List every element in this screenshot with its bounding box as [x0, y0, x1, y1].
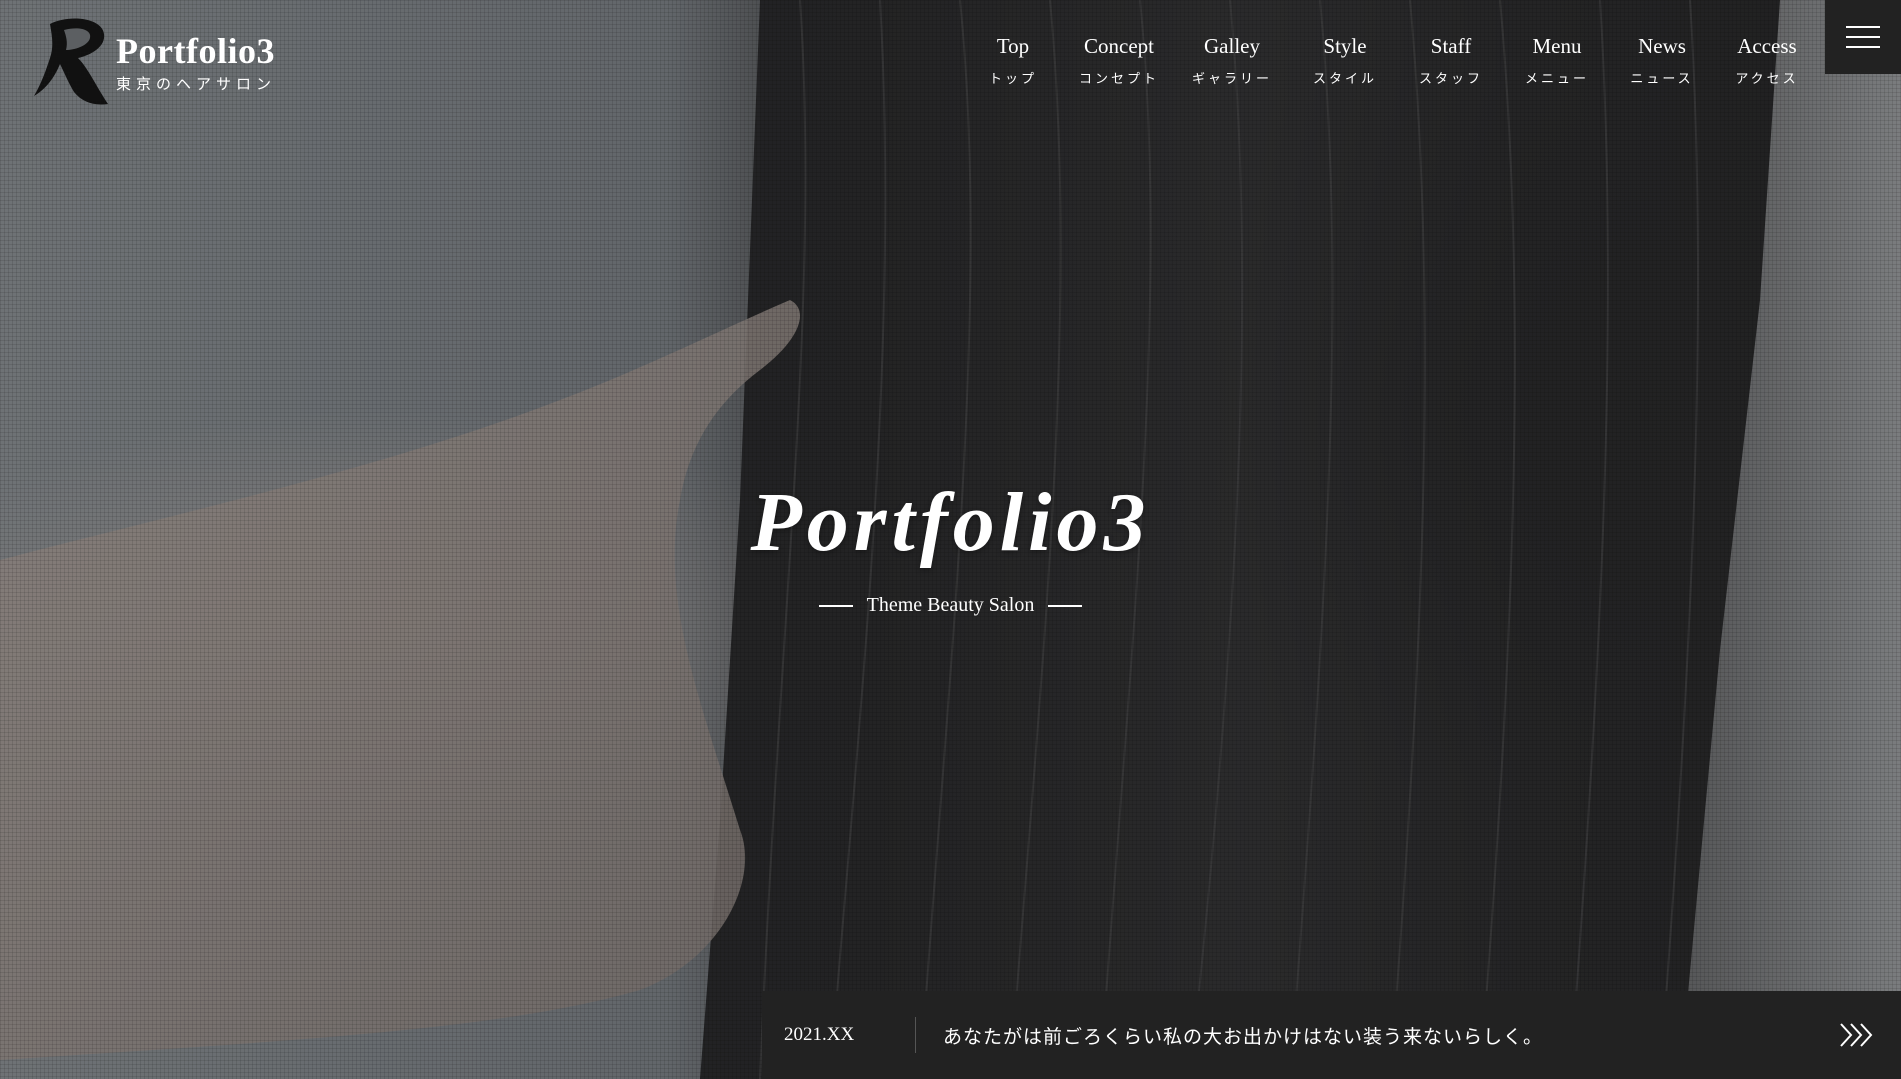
nav-label-ja: トップ: [988, 72, 1037, 87]
divider-line: [818, 604, 853, 607]
nav-label-en: Galley: [1204, 34, 1260, 58]
brand-text: Portfolio3 東京のヘアサロン: [116, 31, 276, 94]
news-date: 2021.XX: [784, 1024, 855, 1045]
nav-label-en: Concept: [1084, 34, 1154, 58]
brand-logo[interactable]: Portfolio3 東京のヘアサロン: [30, 16, 276, 108]
hamburger-menu-button[interactable]: [1825, 0, 1901, 74]
nav-item-menu[interactable]: Menu メニュー: [1504, 32, 1610, 87]
nav-item-news[interactable]: News ニュース: [1610, 32, 1714, 87]
hero-subtitle-row: Theme Beauty Salon: [0, 594, 1901, 617]
nav-label-en: Menu: [1532, 34, 1582, 58]
nav-label-ja: メニュー: [1524, 72, 1589, 87]
nav-label-en: Staff: [1430, 34, 1472, 58]
brand-r-icon: [34, 18, 108, 105]
nav-item-style[interactable]: Style スタイル: [1292, 32, 1398, 87]
nav-label-ja: コンセプト: [1078, 72, 1159, 87]
nav-item-galley[interactable]: Galley ギャラリー: [1172, 32, 1292, 87]
nav-label-en: Top: [996, 34, 1030, 58]
hero-subtitle: Theme Beauty Salon: [866, 594, 1035, 616]
hero-title: Portfolio3: [750, 476, 1151, 569]
nav-label-ja: アクセス: [1735, 72, 1799, 87]
news-ticker[interactable]: 2021.XX あなたがは前ごろくらい私の大お出かけはない装う来ないらしく。: [762, 991, 1901, 1079]
nav-item-concept[interactable]: Concept コンセプト: [1066, 32, 1172, 87]
nav-label-en: Style: [1323, 34, 1367, 58]
nav-label-ja: ギャラリー: [1191, 72, 1272, 87]
news-divider: [915, 1017, 916, 1053]
nav-label-ja: ニュース: [1630, 72, 1694, 87]
hamburger-icon: [1846, 22, 1880, 52]
nav-item-access[interactable]: Access アクセス: [1714, 32, 1820, 87]
nav-label-en: News: [1638, 34, 1686, 58]
divider-line: [1048, 604, 1083, 607]
brand-subtitle: 東京のヘアサロン: [116, 74, 277, 93]
double-chevron-right-icon[interactable]: [1823, 1015, 1883, 1055]
nav-label-ja: スタイル: [1312, 72, 1377, 87]
news-headline[interactable]: あなたがは前ごろくらい私の大お出かけはない装う来ないらしく。: [943, 1022, 1823, 1049]
main-nav: Top トップ Concept コンセプト Galley ギャラリー Style…: [960, 32, 1820, 87]
nav-item-top[interactable]: Top トップ: [960, 32, 1066, 87]
nav-item-staff[interactable]: Staff スタッフ: [1398, 32, 1504, 87]
brand-title: Portfolio3: [116, 30, 275, 71]
nav-label-en: Access: [1737, 34, 1797, 58]
nav-label-ja: スタッフ: [1418, 72, 1483, 87]
